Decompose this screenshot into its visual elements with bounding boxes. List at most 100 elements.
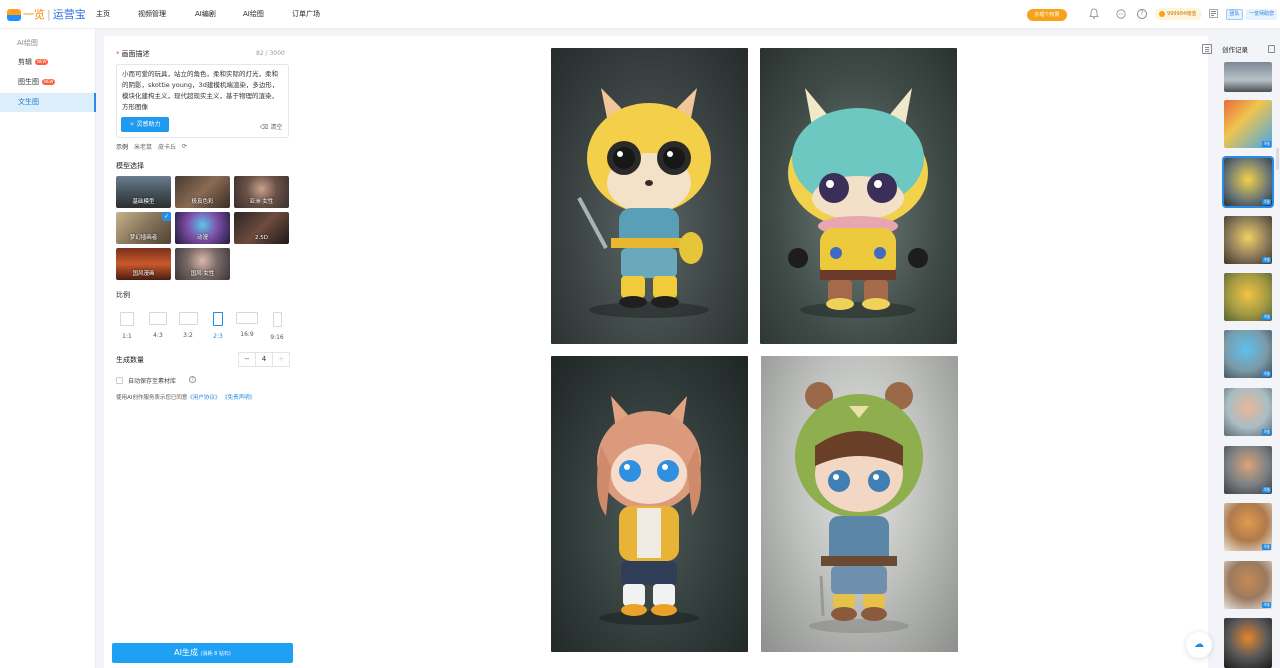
record-thumb-selected[interactable]: 4张 — [1222, 156, 1274, 208]
image-gallery — [302, 36, 1208, 668]
record-thumb[interactable]: 4张 — [1224, 388, 1272, 436]
settings-panel: * 画面描述 82 / 3000 小而可爱的玩具，站立的角色，柔和实际的灯光，柔和… — [104, 36, 302, 668]
chat-icon[interactable] — [1116, 9, 1126, 21]
nav-ai-script[interactable]: AI编剧 — [195, 0, 216, 29]
model-label-text: 梦幻插画者 — [129, 235, 158, 241]
record-thumb[interactable]: 4张 — [1224, 273, 1272, 321]
agreement-text: 使用AI创作服务表示您已同意《用户协议》 《免责声明》 — [116, 395, 256, 401]
record-thumb[interactable]: 4张 — [1224, 503, 1272, 551]
thumb-tag: 4张 — [1262, 199, 1271, 205]
collapse-icon[interactable] — [1268, 45, 1275, 53]
example-mickey[interactable]: 米老鼠 — [134, 142, 152, 151]
model-asian-female[interactable]: 亚洲·女性 — [234, 176, 289, 208]
coin-balance[interactable]: 999984储值 — [1155, 8, 1202, 20]
ratio-4-3[interactable]: 4:3 — [147, 312, 169, 339]
chibi-fluffy-figure — [788, 88, 928, 318]
vip-button[interactable]: 办理个权限 — [1027, 9, 1067, 21]
generate-button[interactable]: AI生成 (消耗 8 钻石) — [112, 643, 293, 663]
model-anime[interactable]: 动漫 — [175, 212, 230, 244]
model-real-color[interactable]: 极真色彩 — [175, 176, 230, 208]
nav-video[interactable]: 视频管理 — [138, 0, 166, 29]
model-base[interactable]: 基础模型 — [116, 176, 171, 208]
ratio-9-16[interactable]: 9:16 — [267, 312, 287, 341]
user-agreement-link[interactable]: 《用户协议》 — [187, 395, 220, 401]
model-2-5d[interactable]: 2.5D — [234, 212, 289, 244]
sidebar-item-img2img[interactable]: 图生图 NEW — [0, 73, 96, 92]
sidebar-item-edit[interactable]: 剪辑 NEW — [0, 53, 96, 72]
generated-image-4[interactable] — [761, 356, 958, 652]
customer-service-icon[interactable]: ☁ — [1186, 632, 1212, 658]
trash-icon: ⌫ — [260, 124, 271, 131]
record-thumb[interactable] — [1224, 618, 1272, 668]
model-label-text: 极真色彩 — [191, 199, 214, 205]
examples-heading: 示例 — [116, 144, 129, 151]
ratio-16-9[interactable]: 16:9 — [235, 312, 259, 338]
app-logo[interactable]: 一览 | 运营宝 — [7, 8, 86, 21]
chibi-boy-figure — [795, 382, 923, 633]
user-icon[interactable] — [1209, 9, 1220, 20]
ratio-text: 4:3 — [153, 332, 163, 339]
help-icon[interactable]: ? — [189, 376, 196, 383]
check-icon: ✓ — [162, 212, 171, 221]
ratio-label: 比例 — [116, 291, 130, 299]
bell-icon[interactable] — [1089, 8, 1099, 21]
refresh-icon[interactable]: ⟳ — [182, 143, 187, 150]
model-label-text: 国风·女性 — [190, 271, 215, 277]
thumb-tag: 4张 — [1262, 544, 1271, 550]
sidebar-item-label: 图生图 — [18, 78, 39, 86]
model-dream-illustrator[interactable]: 梦幻插画者 ✓ — [116, 212, 171, 244]
record-thumb[interactable]: 4张 — [1224, 446, 1272, 494]
record-thumb[interactable] — [1224, 62, 1272, 92]
logo-text-1: 一览 — [23, 8, 45, 21]
model-guofeng-female[interactable]: 国风·女性 — [175, 248, 230, 280]
record-thumb[interactable]: 4张 — [1224, 330, 1272, 378]
examples-row: 示例 米老鼠 皮卡丘 ⟳ — [116, 142, 187, 151]
sidebar-item-text2img[interactable]: 文生图 — [0, 93, 96, 112]
nav-home[interactable]: 主页 — [96, 0, 110, 29]
thumb-tag: 4张 — [1262, 141, 1271, 147]
sidebar-heading: AI绘图 — [17, 39, 38, 47]
records-scrollbar[interactable] — [1276, 148, 1279, 170]
count-value[interactable]: 4 — [255, 353, 273, 366]
ratio-3-2[interactable]: 3:2 — [177, 312, 199, 339]
nav-orders[interactable]: 订单广场 — [292, 0, 320, 29]
help-icon[interactable]: ? — [1137, 9, 1147, 19]
disclaimer-link[interactable]: 《免责声明》 — [222, 395, 255, 401]
team-tag[interactable]: 团队 — [1226, 9, 1243, 20]
autosave-checkbox[interactable] — [116, 377, 123, 384]
decrement-button[interactable]: − — [239, 353, 255, 366]
ratio-shape — [272, 312, 282, 327]
generated-image-3[interactable] — [551, 356, 748, 652]
coin-label: 999984储值 — [1167, 11, 1197, 17]
count-stepper[interactable]: − 4 + — [238, 352, 290, 367]
model-guofeng-comic[interactable]: 国风漫画 — [116, 248, 171, 280]
ratio-2-3[interactable]: 2:3 — [208, 312, 228, 340]
list-view-icon[interactable] — [1202, 44, 1212, 54]
ratio-shape — [178, 312, 198, 325]
top-bar: 一览 | 运营宝 主页 视频管理 AI编剧 AI绘图 订单广场 办理个权限 ? … — [0, 0, 1280, 29]
notice-banner[interactable]: 一览师助您 — [1246, 9, 1278, 20]
logo-mark — [7, 8, 21, 21]
records-title: 创作记录 — [1222, 46, 1248, 54]
thumb-tag: 4张 — [1262, 314, 1271, 320]
inspiration-button[interactable]: ✧ 灵感助力 — [121, 117, 169, 132]
thumb-tag: 4张 — [1262, 602, 1271, 608]
nav-ai-drawing[interactable]: AI绘图 — [243, 0, 264, 29]
generated-image-1[interactable] — [551, 48, 748, 344]
increment-button[interactable]: + — [273, 353, 289, 366]
ratio-text: 3:2 — [183, 332, 193, 339]
logo-separator: | — [47, 8, 51, 21]
generated-image-2[interactable] — [760, 48, 957, 344]
clear-button[interactable]: ⌫ 清空 — [260, 122, 282, 131]
model-label-text: 动漫 — [196, 235, 208, 241]
autosave-label[interactable]: 自动保存至素材库 — [128, 376, 176, 385]
chibi-girl-figure — [597, 396, 701, 625]
record-thumb[interactable]: 4张 — [1224, 100, 1272, 148]
logo-text-2: 运营宝 — [52, 8, 86, 21]
record-thumb[interactable]: 4张 — [1224, 216, 1272, 264]
ratio-text: 2:3 — [213, 333, 223, 340]
ratio-text: 16:9 — [240, 331, 254, 338]
ratio-1-1[interactable]: 1:1 — [118, 312, 136, 340]
example-pikachu[interactable]: 皮卡丘 — [158, 142, 176, 151]
record-thumb[interactable]: 4张 — [1224, 561, 1272, 609]
